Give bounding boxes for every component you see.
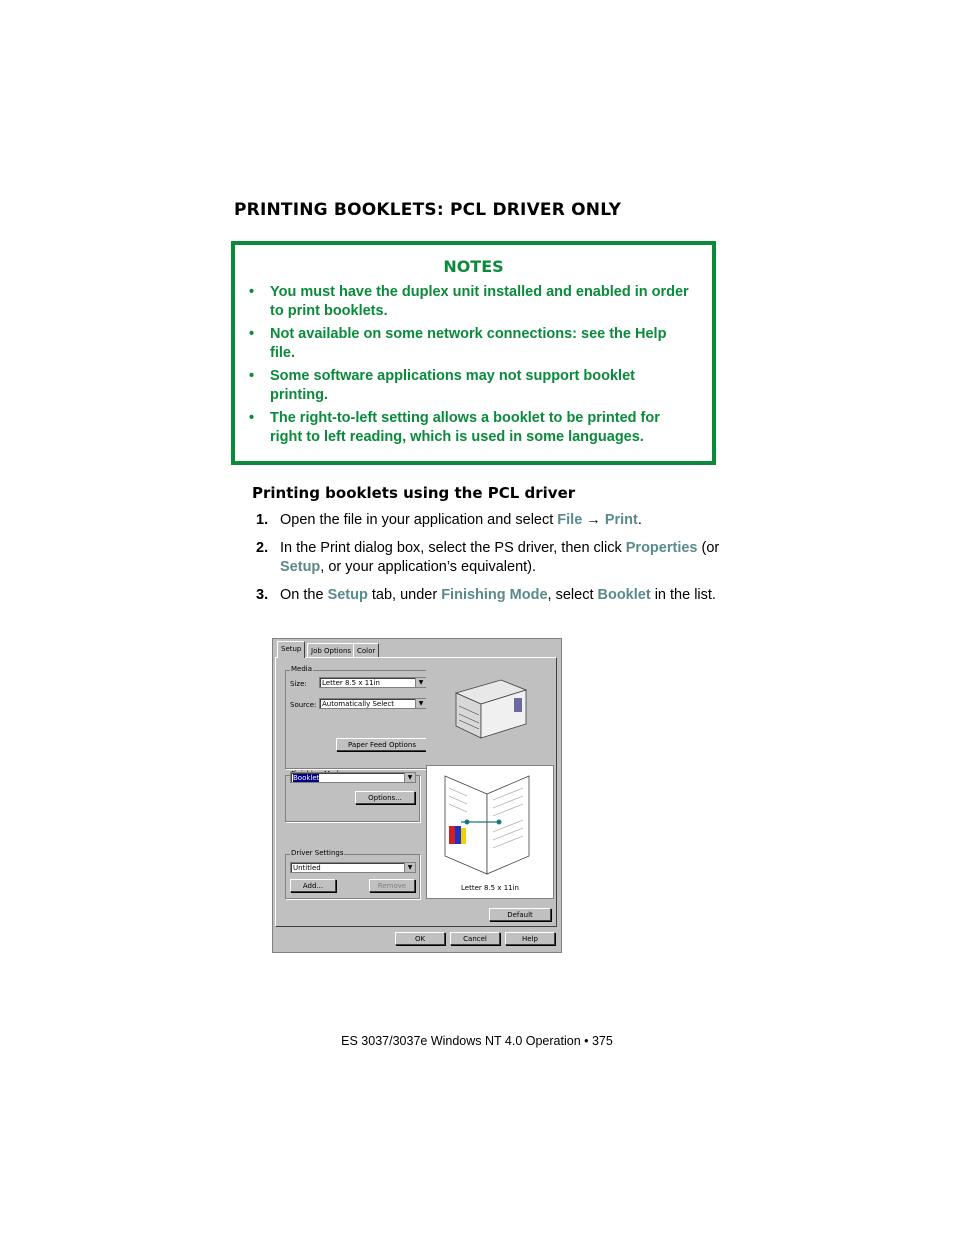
step-text: → (582, 512, 605, 528)
step-text: . (637, 512, 642, 528)
help-button[interactable]: Help (505, 932, 555, 945)
step-number: 2. (256, 540, 269, 556)
bullet-icon: • (249, 284, 255, 300)
tab-job-options[interactable]: Job Options (307, 643, 356, 658)
ok-button[interactable]: OK (395, 932, 445, 945)
ui-keyword: Setup (280, 559, 321, 575)
step-text: (or (697, 540, 720, 556)
step-text: , or your application’s equivalent). (320, 559, 537, 575)
ui-keyword: Finishing Mode (441, 587, 548, 603)
note-item: • The right-to-left setting allows a book… (249, 410, 660, 445)
printer-image (426, 668, 552, 765)
step-item: 2. In the Print dialog box, select the PS… (256, 539, 726, 577)
step-text: In the Print dialog box, select the PS d… (280, 540, 626, 556)
subheading: Printing booklets using the PCL driver (252, 484, 576, 502)
bullet-icon: • (249, 410, 255, 426)
media-group-label: Media (290, 665, 314, 673)
chevron-down-icon[interactable]: ▼ (415, 678, 426, 687)
bullet-icon: • (249, 326, 255, 342)
booklet-preview: Letter 8.5 x 11in (426, 765, 554, 899)
step-text: On the (280, 587, 328, 603)
step-text: , select (547, 587, 598, 603)
notes-box: NOTES • You must have the duplex unit ins… (231, 241, 716, 465)
note-item: • You must have the duplex unit installed… (249, 284, 689, 319)
step-number: 1. (256, 512, 269, 528)
bullet-icon: • (249, 368, 255, 384)
ui-keyword: Booklet (597, 587, 651, 603)
setup-tab-panel: Media Size: Letter 8.5 x 11in ▼ Source: … (275, 657, 557, 927)
page-footer: ES 3037/3037e Windows NT 4.0 Operation •… (341, 1034, 613, 1048)
size-label: Size: (290, 680, 307, 688)
source-select[interactable]: Automatically Select ▼ (319, 698, 427, 709)
step-item: 1. Open the file in your application and … (256, 511, 726, 530)
step-text: Open the file in your application and se… (280, 512, 558, 528)
printer-properties-dialog: Setup Job Options Color Media Size: Lett… (272, 638, 562, 953)
tab-setup[interactable]: Setup (277, 641, 306, 658)
paper-feed-options-button[interactable]: Paper Feed Options (336, 738, 428, 751)
default-button[interactable]: Default (489, 908, 551, 921)
preview-caption: Letter 8.5 x 11in (461, 884, 519, 892)
size-select[interactable]: Letter 8.5 x 11in ▼ (319, 677, 427, 688)
ui-keyword: Properties (625, 540, 698, 556)
step-item: 3. On the Setup tab, under Finishing Mode… (256, 586, 726, 605)
section-title: PRINTING BOOKLETS: PCL DRIVER ONLY (234, 200, 622, 220)
tab-color[interactable]: Color (353, 643, 380, 658)
options-button[interactable]: Options... (355, 791, 415, 804)
remove-button: Remove (369, 879, 415, 892)
driver-settings-select[interactable]: Untitled ▼ (290, 862, 416, 873)
ui-keyword: Setup (327, 587, 368, 603)
booklet-icon (444, 775, 530, 875)
chevron-down-icon[interactable]: ▼ (404, 863, 415, 872)
ui-keyword: Print (604, 512, 638, 528)
steps-list: 1. Open the file in your application and … (256, 511, 726, 614)
printer-icon (454, 679, 528, 739)
note-item: • Some software applications may not supp… (249, 368, 635, 403)
add-button[interactable]: Add... (290, 879, 336, 892)
finishing-mode-select[interactable]: Booklet ▼ (290, 772, 416, 783)
cancel-button[interactable]: Cancel (450, 932, 500, 945)
source-label: Source: (290, 701, 317, 709)
chevron-down-icon[interactable]: ▼ (415, 699, 426, 708)
step-text: tab, under (367, 587, 442, 603)
note-item: • Not available on some network connectio… (249, 326, 667, 361)
step-text: in the list. (650, 587, 716, 603)
chevron-down-icon[interactable]: ▼ (404, 773, 415, 782)
step-number: 3. (256, 587, 269, 603)
notes-list: • You must have the duplex unit installed… (249, 283, 689, 451)
ui-keyword: File (557, 512, 583, 528)
notes-title: NOTES (443, 257, 504, 276)
driver-settings-label: Driver Settings (290, 849, 345, 857)
